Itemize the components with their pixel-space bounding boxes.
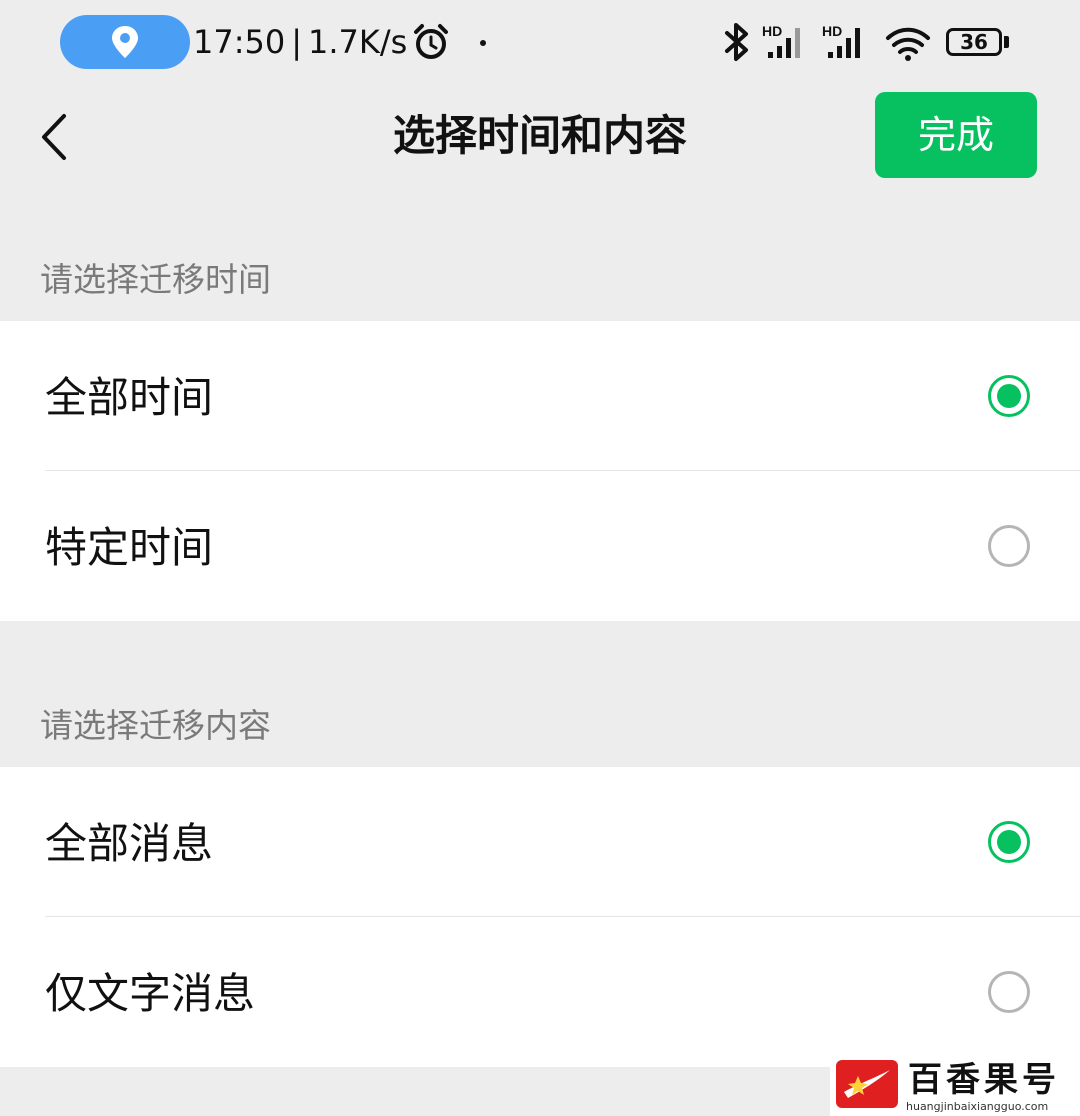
content-option-group: 全部消息 仅文字消息 [0,767,1080,1067]
network-speed: 1.7K/s [308,23,408,61]
radio-checked-icon[interactable] [988,821,1030,863]
option-label: 特定时间 [45,523,214,572]
signal-hd-label: HD [762,23,782,39]
location-indicator[interactable] [60,15,190,69]
chevron-left-icon [42,114,66,160]
radio-checked-icon[interactable] [988,375,1030,417]
done-button[interactable]: 完成 [875,92,1037,178]
signal-icon-2: HD [822,23,860,58]
radio-unchecked-icon[interactable] [988,525,1030,567]
time-section-header: 请选择迁移时间 [40,260,271,299]
option-all-messages[interactable]: 全部消息 [0,767,1080,917]
signal-icon: HD [762,23,800,58]
status-bar: 17:50 | 1.7K/s HD HD 36 [0,0,1080,86]
status-time-speed: 17:50 | 1.7K/s [193,20,407,64]
alarm-icon [414,24,448,59]
signal-hd-label-2: HD [822,23,842,39]
radio-unchecked-icon[interactable] [988,971,1030,1013]
watermark-url: huangjinbaixiangguo.com [906,1100,1049,1113]
option-specific-time[interactable]: 特定时间 [0,471,1080,621]
battery-icon: 36 [946,28,1002,56]
bluetooth-icon [725,23,748,61]
status-separator: | [291,23,302,61]
watermark-logo-icon [836,1060,898,1108]
watermark-name: 百香果号 [908,1060,1060,1100]
watermark: 百香果号 huangjinbaixiangguo.com [830,1060,1080,1116]
option-text-only-messages[interactable]: 仅文字消息 [0,917,1080,1067]
option-label: 全部时间 [45,373,214,422]
clock-time: 17:50 [193,23,286,61]
time-option-group: 全部时间 特定时间 [0,321,1080,621]
location-icon [112,26,138,58]
battery-tip [1004,36,1009,48]
content-section-header: 请选择迁移内容 [40,706,271,745]
battery-level: 36 [960,30,988,54]
option-label: 仅文字消息 [45,969,256,1018]
back-button[interactable] [28,106,88,166]
wifi-icon [886,27,930,61]
navigation-bar: 选择时间和内容 完成 [0,86,1080,186]
option-label: 全部消息 [45,819,214,868]
option-all-time[interactable]: 全部时间 [0,321,1080,471]
notification-dot [480,40,486,46]
